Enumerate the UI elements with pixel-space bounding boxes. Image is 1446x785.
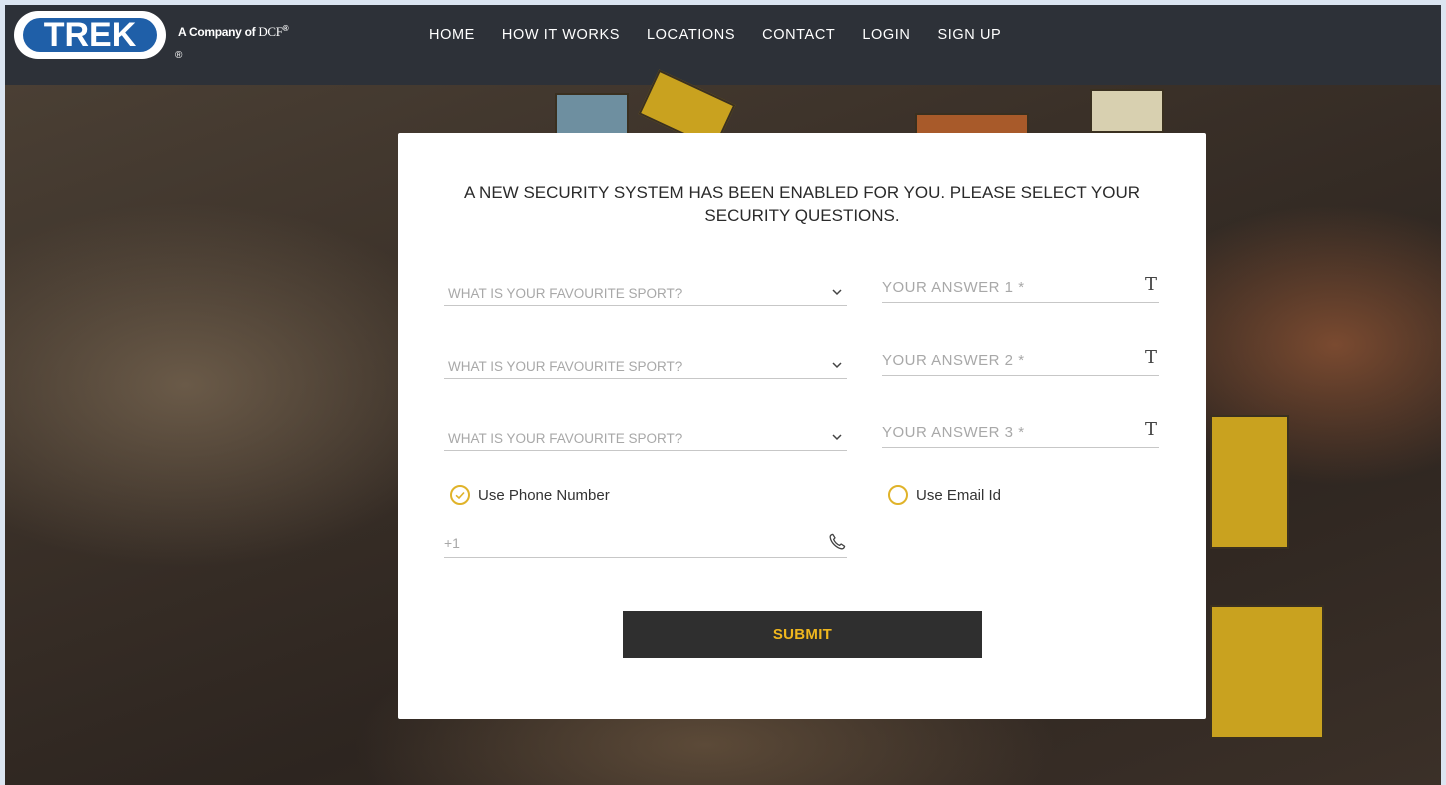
nav-home[interactable]: HOME: [429, 27, 475, 43]
security-questions-card: A NEW SECURITY SYSTEM HAS BEEN ENABLED F…: [398, 133, 1206, 719]
security-question-select-1[interactable]: WHAT IS YOUR FAVOURITE SPORT?: [444, 279, 847, 306]
answer-1-field: T: [882, 274, 1159, 303]
nav-sign-up[interactable]: SIGN UP: [937, 27, 1001, 43]
select-value: WHAT IS YOUR FAVOURITE SPORT?: [448, 431, 683, 446]
text-icon: T: [1144, 419, 1157, 440]
chevron-down-icon: [832, 434, 842, 441]
select-value: WHAT IS YOUR FAVOURITE SPORT?: [448, 286, 683, 301]
answer-2-field: T: [882, 347, 1159, 376]
use-phone-radio[interactable]: Use Phone Number: [450, 485, 610, 505]
chevron-down-icon: [832, 289, 842, 296]
phone-field: [444, 531, 847, 558]
text-icon: T: [1144, 274, 1157, 295]
answer-3-field: T: [882, 419, 1159, 448]
submit-button[interactable]: SUBMIT: [623, 611, 982, 658]
brand-registered-mark: ®: [282, 24, 289, 33]
nav-login[interactable]: LOGIN: [862, 27, 910, 43]
main-nav: HOME HOW IT WORKS LOCATIONS CONTACT LOGI…: [429, 27, 1028, 43]
background-machine: [555, 93, 629, 137]
answer-1-input[interactable]: [882, 276, 1122, 298]
background-bulldozer: [1210, 605, 1324, 739]
use-phone-label: Use Phone Number: [478, 486, 610, 504]
radio-circle-icon: [888, 485, 908, 505]
form-title: A NEW SECURITY SYSTEM HAS BEEN ENABLED F…: [463, 183, 1141, 225]
answer-3-input[interactable]: [882, 421, 1122, 443]
logo-text: TREK: [44, 16, 137, 54]
check-circle-icon: [450, 485, 470, 505]
site-header: TREK A Company of DCF® ® HOME HOW IT WOR…: [5, 5, 1441, 85]
company-brand: DCF: [258, 24, 283, 39]
app-frame: TREK A Company of DCF® ® HOME HOW IT WOR…: [5, 5, 1441, 785]
nav-contact[interactable]: CONTACT: [762, 27, 835, 43]
use-email-radio[interactable]: Use Email Id: [888, 485, 1001, 505]
text-icon: T: [1144, 347, 1157, 368]
background-bulldozer: [1210, 415, 1289, 549]
select-value: WHAT IS YOUR FAVOURITE SPORT?: [448, 359, 683, 374]
trek-logo[interactable]: TREK: [11, 8, 171, 64]
company-text: A Company of: [178, 25, 256, 39]
company-tagline: A Company of DCF®: [178, 24, 289, 40]
security-question-select-2[interactable]: WHAT IS YOUR FAVOURITE SPORT?: [444, 352, 847, 379]
chevron-down-icon: [832, 362, 842, 369]
security-question-select-3[interactable]: WHAT IS YOUR FAVOURITE SPORT?: [444, 424, 847, 451]
nav-locations[interactable]: LOCATIONS: [647, 27, 735, 43]
use-email-label: Use Email Id: [916, 486, 1002, 504]
background-machine: [1090, 89, 1164, 133]
answer-2-input[interactable]: [882, 349, 1122, 371]
registered-mark: ®: [175, 50, 183, 61]
nav-how-it-works[interactable]: HOW IT WORKS: [502, 27, 620, 43]
phone-input[interactable]: [444, 533, 804, 553]
phone-icon: [829, 533, 846, 550]
